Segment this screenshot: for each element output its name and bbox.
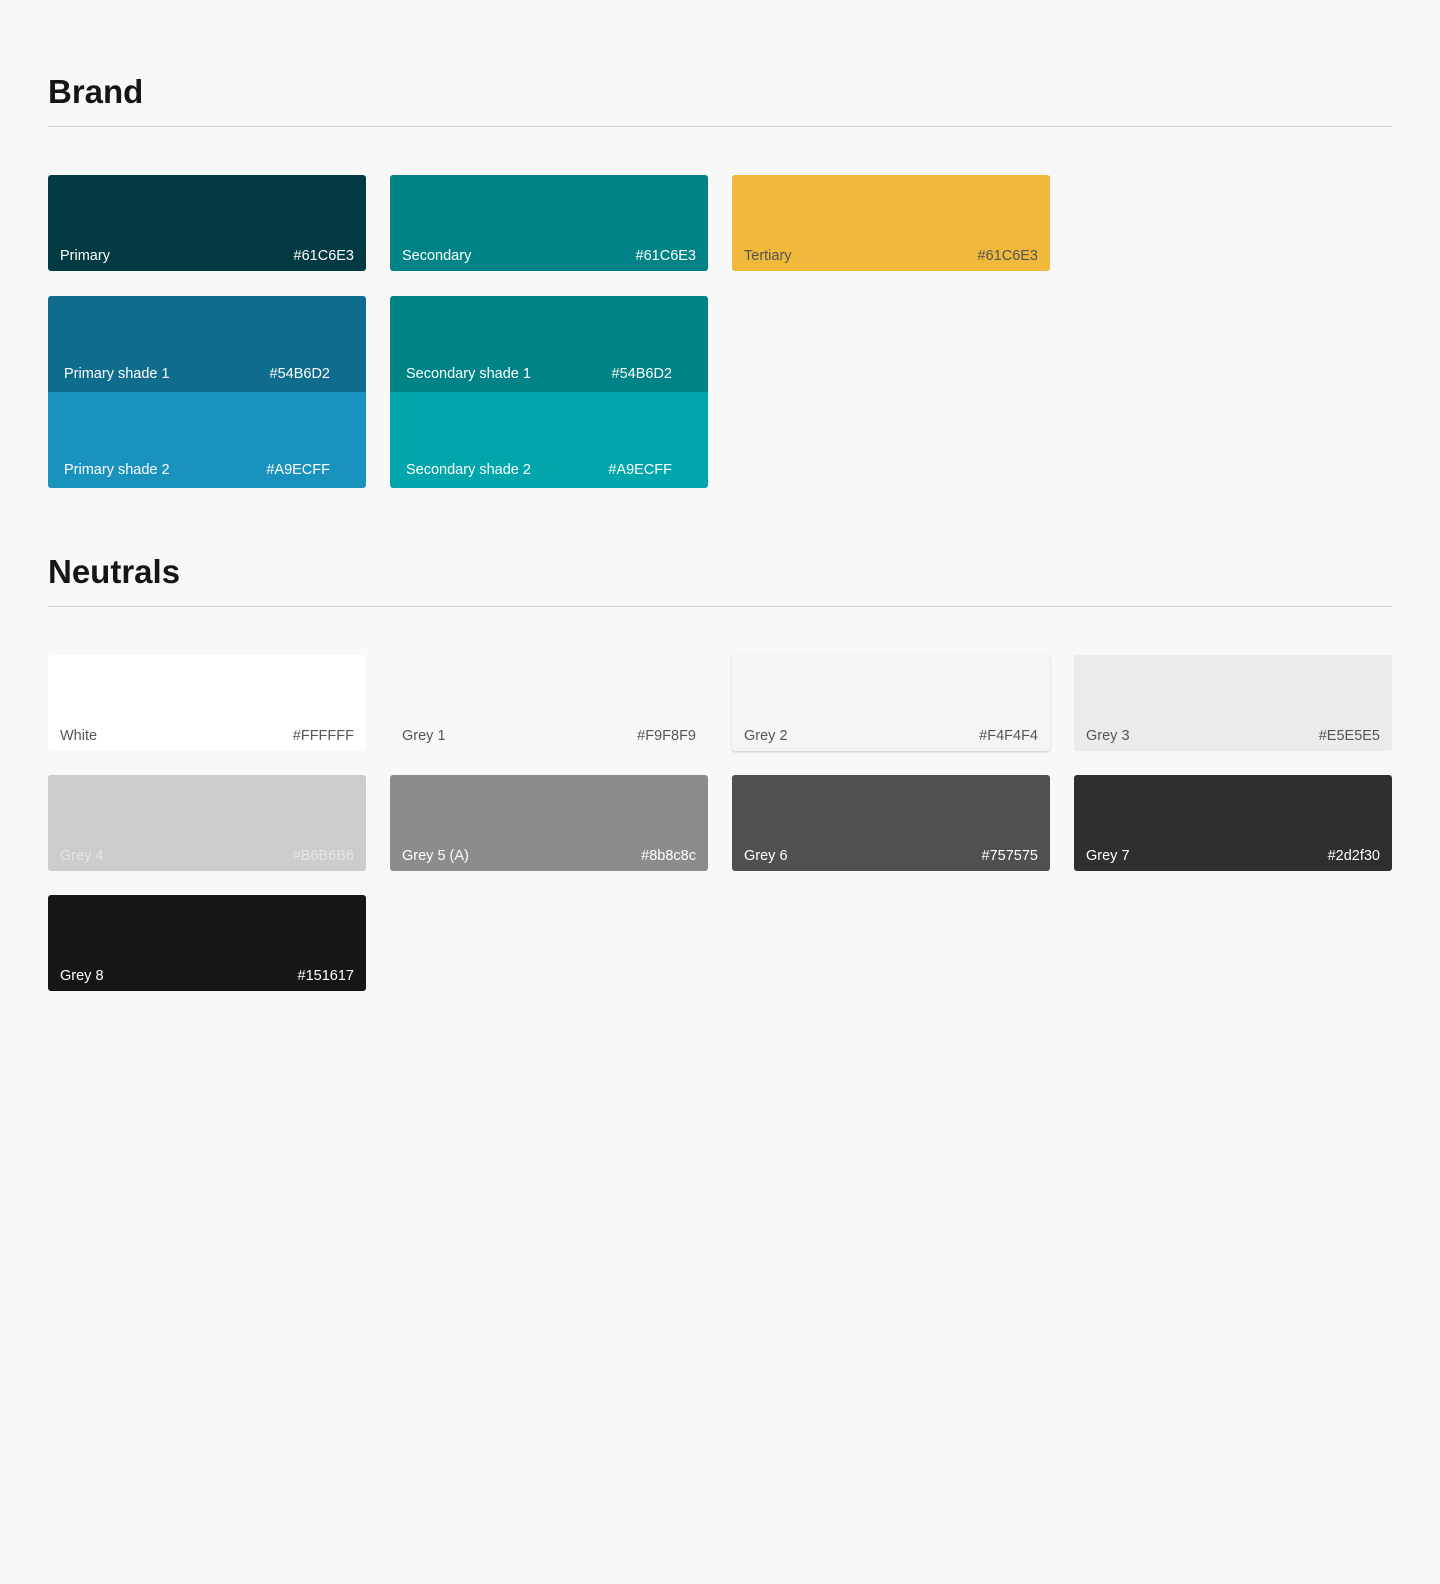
swatch-grey-5[interactable]: Grey 5 (A) #8b8c8c [390,775,708,871]
swatch-hex: #61C6E3 [977,248,1038,264]
swatch-label: Grey 7 [1086,848,1130,864]
swatch-hex: #E5E5E5 [1318,728,1380,744]
swatch-label: Secondary shade 2 [406,462,531,478]
swatch-hex: #54B6D2 [269,366,330,382]
swatch-hex: #A9ECFF [608,462,672,478]
swatch-grey-2[interactable]: Grey 2 #F4F4F4 [732,655,1050,751]
swatch-hex: #61C6E3 [635,248,696,264]
swatch-hex: #2d2f30 [1327,848,1380,864]
swatch-label: Grey 5 (A) [402,848,469,864]
swatch-hex: #B6B6B6 [292,848,354,864]
swatch-secondary-shade-2[interactable]: Secondary shade 2 #A9ECFF [390,392,708,488]
swatch-label: Grey 6 [744,848,788,864]
color-palette-page: Brand Primary #61C6E3 Secondary #61C6E3 … [0,0,1440,1584]
swatch-grey-1[interactable]: Grey 1 #F9F8F9 [390,655,708,751]
swatch-primary-shades: Primary shade 1 #54B6D2 Primary shade 2 … [48,296,366,488]
swatch-label: Primary shade 2 [64,462,170,478]
swatch-hex: #F9F8F9 [637,728,696,744]
swatch-label: Primary shade 1 [64,366,170,382]
swatch-label: Grey 3 [1086,728,1130,744]
swatch-secondary-shade-1[interactable]: Secondary shade 1 #54B6D2 [390,296,708,392]
swatch-label: Primary [60,248,110,264]
swatch-grey-7[interactable]: Grey 7 #2d2f30 [1074,775,1392,871]
brand-section-title: Brand [48,73,144,110]
neutrals-divider [48,606,1392,607]
swatch-label: Grey 8 [60,968,104,984]
swatch-grey-6[interactable]: Grey 6 #757575 [732,775,1050,871]
swatch-hex: #54B6D2 [611,366,672,382]
swatch-label: Tertiary [744,248,792,264]
swatch-grey-3[interactable]: Grey 3 #E5E5E5 [1074,655,1392,751]
neutrals-section-title: Neutrals [48,553,181,590]
swatch-secondary[interactable]: Secondary #61C6E3 [390,175,708,271]
swatch-primary[interactable]: Primary #61C6E3 [48,175,366,271]
swatch-tertiary[interactable]: Tertiary #61C6E3 [732,175,1050,271]
swatch-hex: #8b8c8c [641,848,696,864]
swatch-hex: #757575 [981,848,1038,864]
swatch-primary-shade-1[interactable]: Primary shade 1 #54B6D2 [48,296,366,392]
swatch-label: Grey 4 [60,848,104,864]
swatch-hex: #F4F4F4 [979,728,1038,744]
swatch-label: Secondary shade 1 [406,366,531,382]
swatch-primary-shade-2[interactable]: Primary shade 2 #A9ECFF [48,392,366,488]
swatch-secondary-shades: Secondary shade 1 #54B6D2 Secondary shad… [390,296,708,488]
brand-divider [48,126,1392,127]
swatch-grey-4[interactable]: Grey 4 #B6B6B6 [48,775,366,871]
swatch-hex: #151617 [297,968,354,984]
swatch-grey-8[interactable]: Grey 8 #151617 [48,895,366,991]
swatch-hex: #61C6E3 [293,248,354,264]
swatch-hex: #FFFFFF [292,728,354,744]
swatch-white[interactable]: White #FFFFFF [48,655,366,751]
swatch-label: Secondary [402,248,472,264]
swatch-label: White [60,728,98,744]
swatch-hex: #A9ECFF [266,462,330,478]
swatch-label: Grey 2 [744,728,788,744]
swatch-label: Grey 1 [402,728,446,744]
